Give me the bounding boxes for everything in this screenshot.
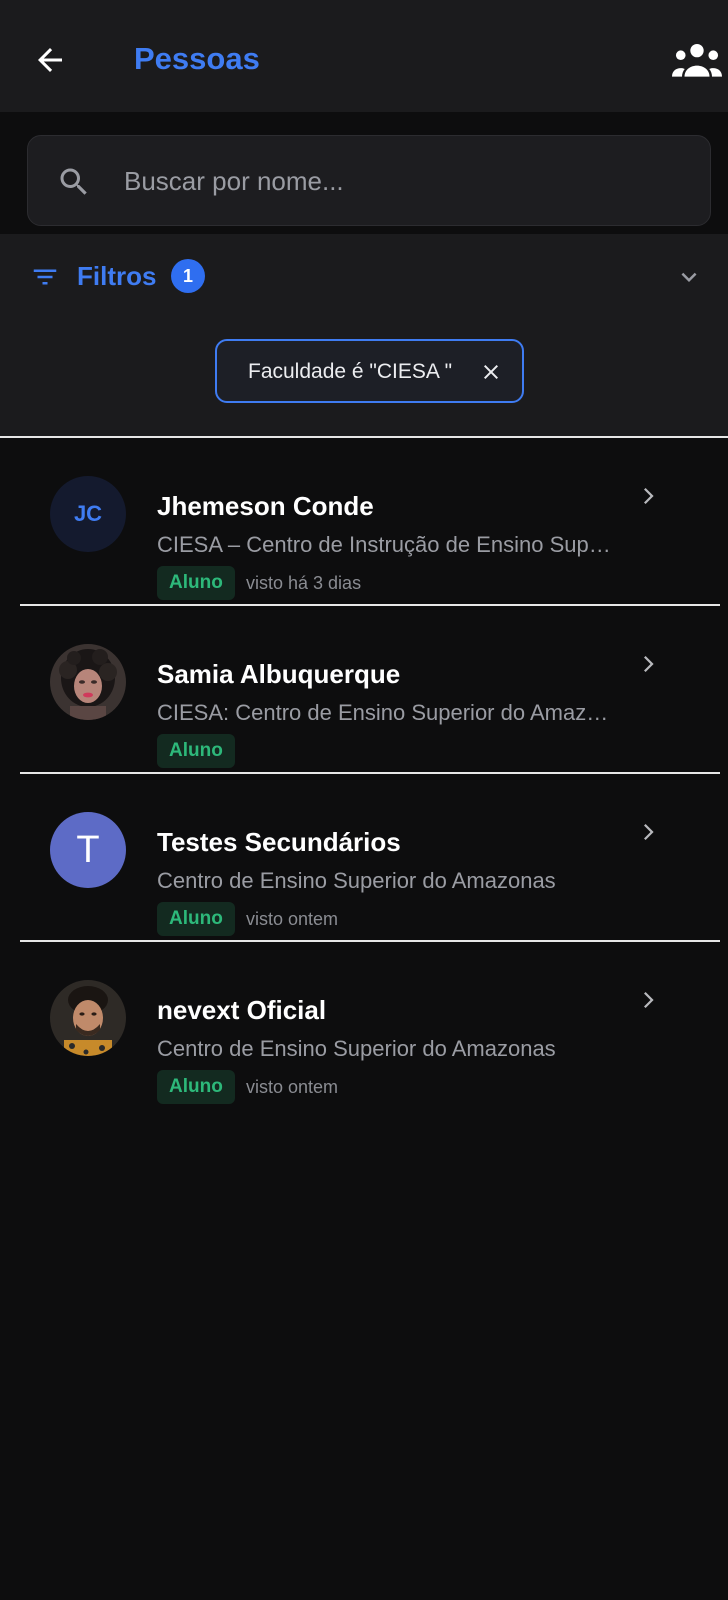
person-name: Jhemeson Conde <box>157 491 374 521</box>
list-item[interactable]: Samia Albuquerque CIESA: Centro de Ensin… <box>20 606 720 774</box>
profile-photo <box>50 980 126 1056</box>
search-box[interactable] <box>27 135 711 226</box>
role-badge: Aluno <box>157 734 235 768</box>
person-school: CIESA – Centro de Instrução de Ensino Su… <box>157 532 617 557</box>
list-item[interactable]: T Testes Secundários Centro de Ensino Su… <box>20 774 720 942</box>
avatar-initials: JC <box>73 501 103 526</box>
role-badge: Aluno <box>157 902 235 936</box>
filters-count-badge: 1 <box>171 259 205 293</box>
person-name: Testes Secundários <box>157 827 401 857</box>
filters-panel: Filtros 1 Faculdade é "CIESA " <box>0 234 728 438</box>
profile-photo <box>50 644 126 720</box>
chevron-right-icon <box>644 992 654 1008</box>
avatar: JC <box>50 476 126 552</box>
search-icon <box>60 168 87 195</box>
avatar <box>50 980 126 1056</box>
chevron-right-icon <box>644 488 654 504</box>
filter-chip-label: Faculdade é "CIESA " <box>248 360 453 383</box>
person-school: CIESA: Centro de Ensino Superior do Amaz… <box>157 700 617 725</box>
page-title: Pessoas <box>134 41 260 76</box>
person-school: Centro de Ensino Superior do Amazonas <box>157 868 556 893</box>
list-item[interactable]: nevext Oficial Centro de Ensino Superior… <box>20 942 720 1110</box>
filter-icon <box>33 269 57 285</box>
chevron-right-icon <box>644 656 654 672</box>
arrow-left-icon <box>38 48 62 72</box>
avatar <box>50 644 126 720</box>
role-badge: Aluno <box>157 566 235 600</box>
filter-chip[interactable]: Faculdade é "CIESA " <box>215 339 524 403</box>
chevron-right-icon <box>644 824 654 840</box>
people-group-button[interactable] <box>670 38 724 82</box>
last-seen: visto ontem <box>246 909 339 929</box>
person-name: Samia Albuquerque <box>157 659 401 689</box>
last-seen: visto ontem <box>246 1077 339 1097</box>
people-group-icon <box>672 43 722 77</box>
close-icon[interactable] <box>479 360 503 384</box>
search-input[interactable] <box>124 156 684 206</box>
role-badge: Aluno <box>157 1070 235 1104</box>
search-area <box>0 112 728 234</box>
filters-toggle[interactable]: Filtros 1 <box>0 252 728 300</box>
last-seen: visto há 3 dias <box>246 573 362 593</box>
chevron-down-icon[interactable] <box>674 262 704 292</box>
avatar-letter: T <box>76 828 100 871</box>
person-school: Centro de Ensino Superior do Amazonas <box>157 1036 556 1061</box>
filters-label: Filtros <box>77 261 157 291</box>
list-item[interactable]: JC Jhemeson Conde CIESA – Centro de Inst… <box>20 438 720 606</box>
avatar: T <box>50 812 126 888</box>
back-button[interactable] <box>28 38 72 82</box>
app-bar: Pessoas <box>0 0 728 112</box>
person-name: nevext Oficial <box>157 995 327 1025</box>
